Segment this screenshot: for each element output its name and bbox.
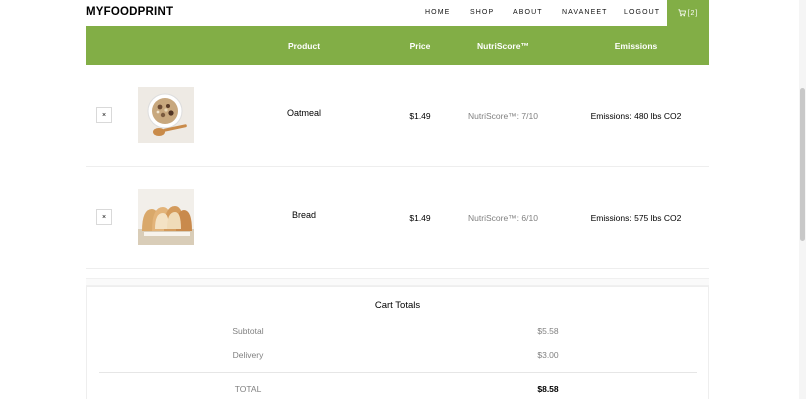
product-price: $1.49	[409, 111, 431, 121]
cart-table-header: Product Price NutriScore™ Emissions	[86, 26, 709, 65]
header-nutriscore: NutriScore™	[477, 41, 529, 51]
product-name[interactable]: Oatmeal	[274, 108, 334, 118]
cart-count: [2]	[687, 9, 699, 17]
header-product: Product	[287, 41, 321, 51]
remove-item-button[interactable]: ×	[96, 107, 112, 123]
remove-item-button[interactable]: ×	[96, 209, 112, 225]
product-nutriscore: NutriScore™: 7/10	[468, 111, 538, 121]
product-emissions: Emissions: 480 lbs CO2	[590, 111, 682, 121]
delivery-value: $3.00	[537, 350, 559, 360]
brand-logo[interactable]: MYFOODPRINT	[86, 6, 173, 18]
nav-home[interactable]: HOME	[425, 9, 450, 16]
cart-icon	[677, 9, 686, 17]
nav-user[interactable]: NAVANEET	[562, 9, 608, 16]
table-row: × Oatmeal $1.49 NutriScore™: 7/10 Emissi…	[86, 65, 709, 167]
total-label: TOTAL	[234, 384, 262, 394]
bread-image[interactable]	[138, 189, 194, 245]
nav-shop[interactable]: SHOP	[470, 9, 494, 16]
section-divider	[86, 278, 709, 286]
subtotal-value: $5.58	[537, 326, 559, 336]
scrollbar-thumb[interactable]	[800, 88, 805, 241]
cart-button[interactable]: [2]	[667, 0, 709, 26]
delivery-label: Delivery	[232, 350, 264, 360]
total-value: $8.58	[537, 384, 559, 394]
product-nutriscore: NutriScore™: 6/10	[468, 213, 538, 223]
header-emissions: Emissions	[614, 41, 658, 51]
cart-totals-panel: Cart Totals Subtotal $5.58 Delivery $3.0…	[86, 286, 709, 399]
subtotal-label: Subtotal	[232, 326, 264, 336]
header-price: Price	[409, 41, 431, 51]
nav-about[interactable]: ABOUT	[513, 9, 543, 16]
product-price: $1.49	[409, 213, 431, 223]
table-row: × Bread $1.49 NutriScore™: 6/10 Emission…	[86, 167, 709, 269]
oatmeal-image[interactable]	[138, 87, 194, 143]
product-name[interactable]: Bread	[274, 210, 334, 220]
cart-totals-title: Cart Totals	[374, 300, 421, 311]
nav-logout[interactable]: LOGOUT	[624, 9, 660, 16]
product-emissions: Emissions: 575 lbs CO2	[590, 213, 682, 223]
totals-separator	[99, 372, 697, 373]
navbar: MYFOODPRINT HOME SHOP ABOUT NAVANEET LOG…	[0, 0, 800, 26]
